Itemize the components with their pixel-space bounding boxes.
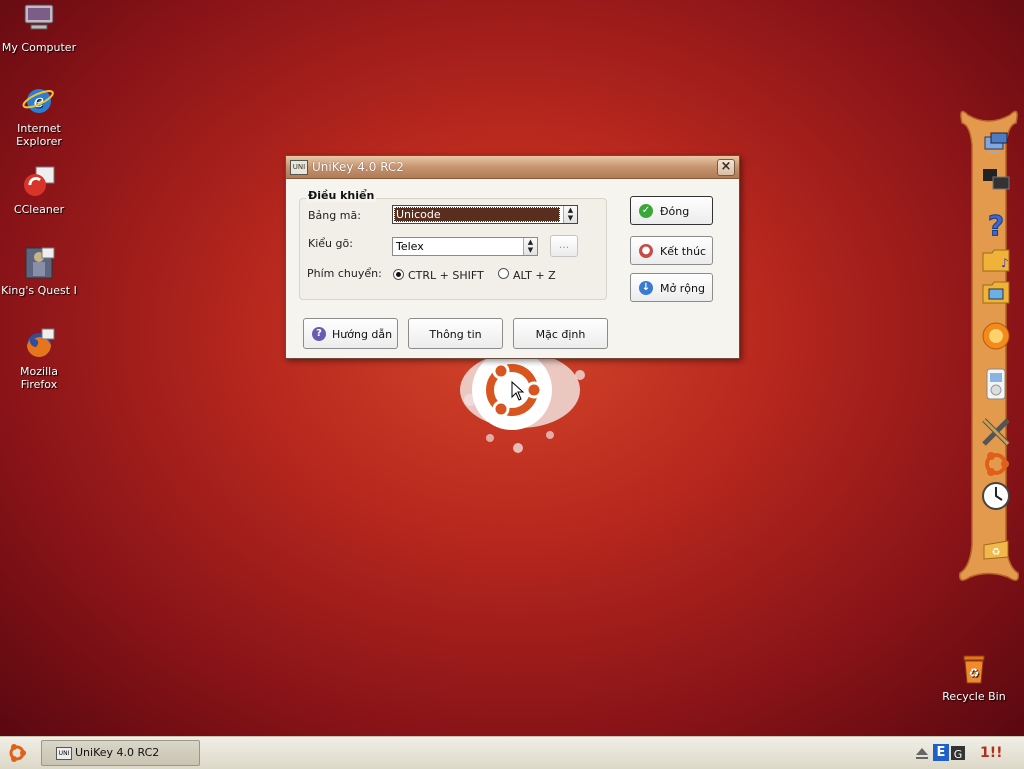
desktop: My Computer e Internet Explorer CCleaner… xyxy=(0,0,1024,736)
recycle-bin-icon: ♻ xyxy=(957,652,991,686)
input-method-label: Kiểu gõ: xyxy=(308,237,353,250)
system-tray: E G 1!! xyxy=(912,742,1024,764)
default-button[interactable]: Mặc định xyxy=(513,318,608,349)
charset-label: Bảng mã: xyxy=(308,209,361,222)
checkmark-icon: ✓ xyxy=(639,204,653,218)
radio-ctrl-shift[interactable] xyxy=(393,269,404,280)
taskbar-item-label: UniKey 4.0 RC2 xyxy=(75,746,160,759)
ccleaner-icon xyxy=(22,165,56,199)
tools-icon[interactable] xyxy=(981,417,1011,447)
radio-alt-z-label[interactable]: ALT + Z xyxy=(513,269,556,282)
input-method-select[interactable]: Telex ▲ ▼ xyxy=(392,237,538,256)
expand-button-label: Mở rộng xyxy=(660,282,705,295)
svg-text:♻: ♻ xyxy=(969,666,980,680)
help-icon[interactable]: ? xyxy=(981,209,1011,243)
firefox-icon xyxy=(22,327,56,361)
network-icon[interactable] xyxy=(981,131,1011,161)
help-button[interactable]: ? Hướng dẫn xyxy=(303,318,398,349)
dialog-title: UniKey 4.0 RC2 xyxy=(312,160,404,174)
unikey-app-icon: UNI xyxy=(56,747,72,760)
desktop-icon-label: Recycle Bin xyxy=(942,690,1006,703)
unikey-app-icon: UNI xyxy=(290,160,308,175)
default-button-label: Mặc định xyxy=(535,328,586,341)
charset-select[interactable]: Unicode ▲ ▼ xyxy=(392,205,578,224)
radio-ctrl-shift-label[interactable]: CTRL + SHIFT xyxy=(408,269,484,282)
unikey-dialog: UNI UniKey 4.0 RC2 × Điều khiển Bảng mã:… xyxy=(285,155,740,359)
eject-icon[interactable] xyxy=(915,746,929,760)
close-icon[interactable]: × xyxy=(717,159,735,176)
info-button[interactable]: Thông tin xyxy=(408,318,503,349)
taskbar-item-unikey[interactable]: UNI UniKey 4.0 RC2 xyxy=(41,740,200,766)
desktop-icon-firefox[interactable]: Mozilla Firefox xyxy=(1,327,77,391)
taskbar: UNI UniKey 4.0 RC2 E G 1!! xyxy=(0,736,1024,769)
desktop-icon-label: Internet Explorer xyxy=(16,122,62,148)
desktop-icon-label: King's Quest I xyxy=(1,284,77,297)
spinner-arrows-icon[interactable]: ▲ ▼ xyxy=(523,238,537,255)
clock-icon[interactable] xyxy=(981,481,1011,511)
info-button-label: Thông tin xyxy=(429,328,482,341)
desktop-icon-my-computer[interactable]: My Computer xyxy=(1,3,77,54)
language-tray-icon[interactable]: G xyxy=(950,744,966,762)
svg-text:?: ? xyxy=(988,209,1004,239)
help-button-label: Hướng dẫn xyxy=(332,328,393,341)
trash-icon[interactable]: ♻ xyxy=(981,533,1011,563)
side-dock: ? ♪ ♻ xyxy=(958,105,1020,585)
charset-value: Unicode xyxy=(396,208,441,221)
more-options-button[interactable]: ... xyxy=(550,235,578,257)
close-button[interactable]: ✓ Đóng xyxy=(630,196,713,225)
svg-text:♻: ♻ xyxy=(992,547,1001,558)
internet-explorer-icon: e xyxy=(22,84,56,118)
group-label: Điều khiển xyxy=(306,189,377,202)
desktop-icon-label: Mozilla Firefox xyxy=(20,365,58,391)
unikey-tray-icon[interactable]: E xyxy=(933,744,949,761)
input-method-value: Telex xyxy=(396,240,424,253)
svg-text:♪: ♪ xyxy=(1001,256,1009,270)
svg-text:G: G xyxy=(954,748,963,761)
desktop-icon-ccleaner[interactable]: CCleaner xyxy=(1,165,77,216)
close-button-label: Đóng xyxy=(660,205,690,218)
exit-button[interactable]: ● Kết thúc xyxy=(630,236,713,265)
pictures-folder-icon[interactable] xyxy=(981,277,1011,307)
mouse-cursor-icon xyxy=(511,381,525,401)
question-icon: ? xyxy=(312,327,326,341)
music-folder-icon[interactable]: ♪ xyxy=(981,245,1011,275)
start-menu-ubuntu-icon[interactable] xyxy=(6,742,28,764)
kings-quest-icon xyxy=(22,246,56,280)
ubuntu-icon[interactable] xyxy=(981,449,1011,479)
media-player-icon[interactable] xyxy=(981,367,1011,401)
exit-button-label: Kết thúc xyxy=(660,245,707,258)
desktop-icon-kings-quest[interactable]: King's Quest I xyxy=(1,246,77,297)
desktop-icon-internet-explorer[interactable]: e Internet Explorer xyxy=(1,84,77,148)
radio-alt-z[interactable] xyxy=(498,268,509,279)
dialog-titlebar[interactable]: UNI UniKey 4.0 RC2 × xyxy=(286,156,739,179)
spinner-arrows-icon[interactable]: ▲ ▼ xyxy=(563,206,577,223)
my-computer-icon xyxy=(22,3,56,37)
expand-button[interactable]: ↓ Mở rộng xyxy=(630,273,713,302)
switch-key-label: Phím chuyển: xyxy=(307,267,382,280)
down-arrow-icon: ↓ xyxy=(639,281,653,295)
computer-icon[interactable] xyxy=(981,165,1011,195)
desktop-icon-label: My Computer xyxy=(1,41,77,54)
desktop-icon-label: CCleaner xyxy=(13,203,65,216)
desktop-icon-recycle-bin[interactable]: ♻ Recycle Bin xyxy=(936,652,1012,703)
web-browser-icon[interactable] xyxy=(981,321,1011,351)
stop-icon: ● xyxy=(639,244,653,258)
clock-tray[interactable]: 1!! xyxy=(980,745,1003,761)
